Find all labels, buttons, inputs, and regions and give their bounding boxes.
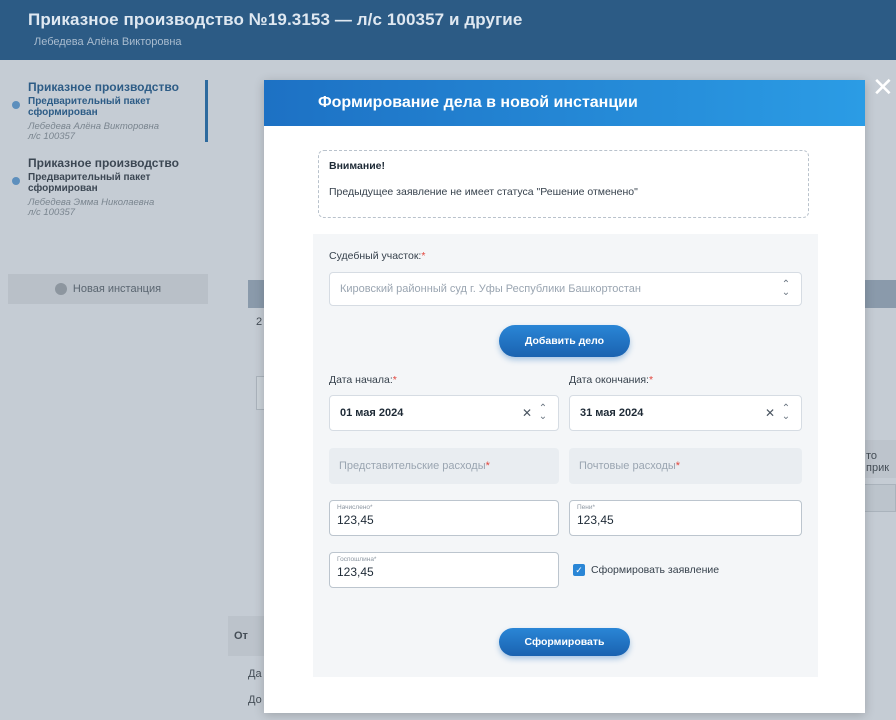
modal-title: Формирование дела в новой инстанции	[318, 94, 638, 111]
penalty-field[interactable]: Пени* 123,45	[569, 500, 802, 536]
sidebar-item-account: л/с 100357	[28, 207, 76, 218]
updown-chevron-icon: ⌃ ⌄	[538, 403, 548, 422]
page-subtitle: Лебедева Алёна Викторовна	[34, 36, 182, 48]
end-date-value: 31 мая 2024	[580, 407, 644, 419]
accrued-value: 123,45	[337, 513, 374, 527]
sidebar-item-case-2[interactable]: Приказное производство Предварительный п…	[8, 156, 208, 218]
clear-icon[interactable]: ✕	[522, 406, 532, 420]
postal-expenses-placeholder: Почтовые расходы	[579, 460, 676, 472]
representative-expenses-input[interactable]: Представительские расходы *	[329, 448, 559, 484]
background-image-icon	[864, 484, 896, 512]
sidebar-item-status: Предварительный пакет сформирован	[28, 96, 151, 118]
start-date-select[interactable]: 01 мая 2024 ✕ ⌃ ⌄	[329, 395, 559, 431]
sidebar: Приказное производство Предварительный п…	[8, 80, 208, 232]
start-date-label-text: Дата начала:	[329, 374, 393, 386]
representative-expenses-placeholder: Представительские расходы	[339, 460, 486, 472]
postal-expenses-input[interactable]: Почтовые расходы *	[569, 448, 802, 484]
case-form: Судебный участок:* Кировский районный су…	[313, 234, 818, 677]
form-statement-label: Сформировать заявление	[591, 564, 720, 576]
state-duty-field[interactable]: Госпошлина* 123,45	[329, 552, 559, 588]
new-instance-label: Новая инстанция	[72, 283, 162, 295]
submit-button[interactable]: Сформировать	[499, 628, 630, 656]
court-label-text: Судебный участок:	[329, 250, 422, 262]
court-label: Судебный участок:*	[329, 250, 425, 262]
notice-text: Предыдущее заявление не имеет статуса "Р…	[329, 186, 638, 198]
updown-chevron-icon: ⌃ ⌄	[781, 279, 791, 298]
court-select[interactable]: Кировский районный суд г. Уфы Республики…	[329, 272, 802, 306]
new-instance-modal: Формирование дела в новой инстанции Вним…	[264, 80, 865, 713]
sidebar-item-title: Приказное производство	[28, 156, 179, 170]
background-text-fragment: то прик	[866, 450, 890, 474]
end-date-label-text: Дата окончания:	[569, 374, 649, 386]
status-dot-icon	[12, 101, 20, 109]
start-date-label: Дата начала:*	[329, 374, 397, 386]
modal-header: Формирование дела в новой инстанции	[264, 80, 865, 126]
background-section-label: От	[234, 630, 248, 642]
penalty-value: 123,45	[577, 513, 614, 527]
required-mark: *	[485, 460, 490, 472]
court-select-value: Кировский районный суд г. Уфы Республики…	[340, 283, 641, 295]
state-duty-value: 123,45	[337, 565, 374, 579]
updown-chevron-icon: ⌃ ⌄	[781, 403, 791, 422]
accrued-field[interactable]: Начислено* 123,45	[329, 500, 559, 536]
add-case-button[interactable]: Добавить дело	[499, 325, 630, 357]
plus-circle-icon	[54, 283, 67, 295]
background-label-da: Да	[248, 668, 262, 680]
required-mark: *	[648, 374, 654, 386]
start-date-value: 01 мая 2024	[340, 407, 404, 419]
required-mark: *	[421, 250, 426, 262]
form-statement-checkbox[interactable]: ✓ Сформировать заявление	[573, 564, 719, 576]
required-mark: *	[392, 374, 397, 386]
required-mark: *	[675, 460, 681, 472]
page-title: Приказное производство №19.3153 — л/с 10…	[28, 10, 523, 29]
clear-icon[interactable]: ✕	[765, 406, 775, 420]
sidebar-item-account: л/с 100357	[28, 131, 76, 142]
state-duty-label: Госпошлина*	[337, 556, 377, 563]
new-instance-button[interactable]: Новая инстанция	[8, 274, 208, 304]
end-date-label: Дата окончания:*	[569, 374, 653, 386]
background-row-number: 2	[256, 316, 263, 328]
checkmark-icon[interactable]: ✓	[573, 564, 585, 576]
warning-notice: Внимание! Предыдущее заявление не имеет …	[318, 150, 809, 218]
close-modal-icon[interactable]: ✕	[872, 74, 894, 100]
status-dot-icon	[12, 177, 20, 185]
sidebar-item-case-1[interactable]: Приказное производство Предварительный п…	[8, 80, 208, 142]
penalty-label: Пени*	[577, 504, 596, 511]
background-label-do: До	[248, 694, 262, 706]
notice-title: Внимание!	[329, 160, 385, 172]
sidebar-item-status: Предварительный пакет сформирован	[28, 172, 151, 194]
sidebar-item-title: Приказное производство	[28, 80, 179, 94]
accrued-label: Начислено*	[337, 504, 373, 511]
page-header: Приказное производство №19.3153 — л/с 10…	[0, 0, 896, 60]
end-date-select[interactable]: 31 мая 2024 ✕ ⌃ ⌄	[569, 395, 802, 431]
